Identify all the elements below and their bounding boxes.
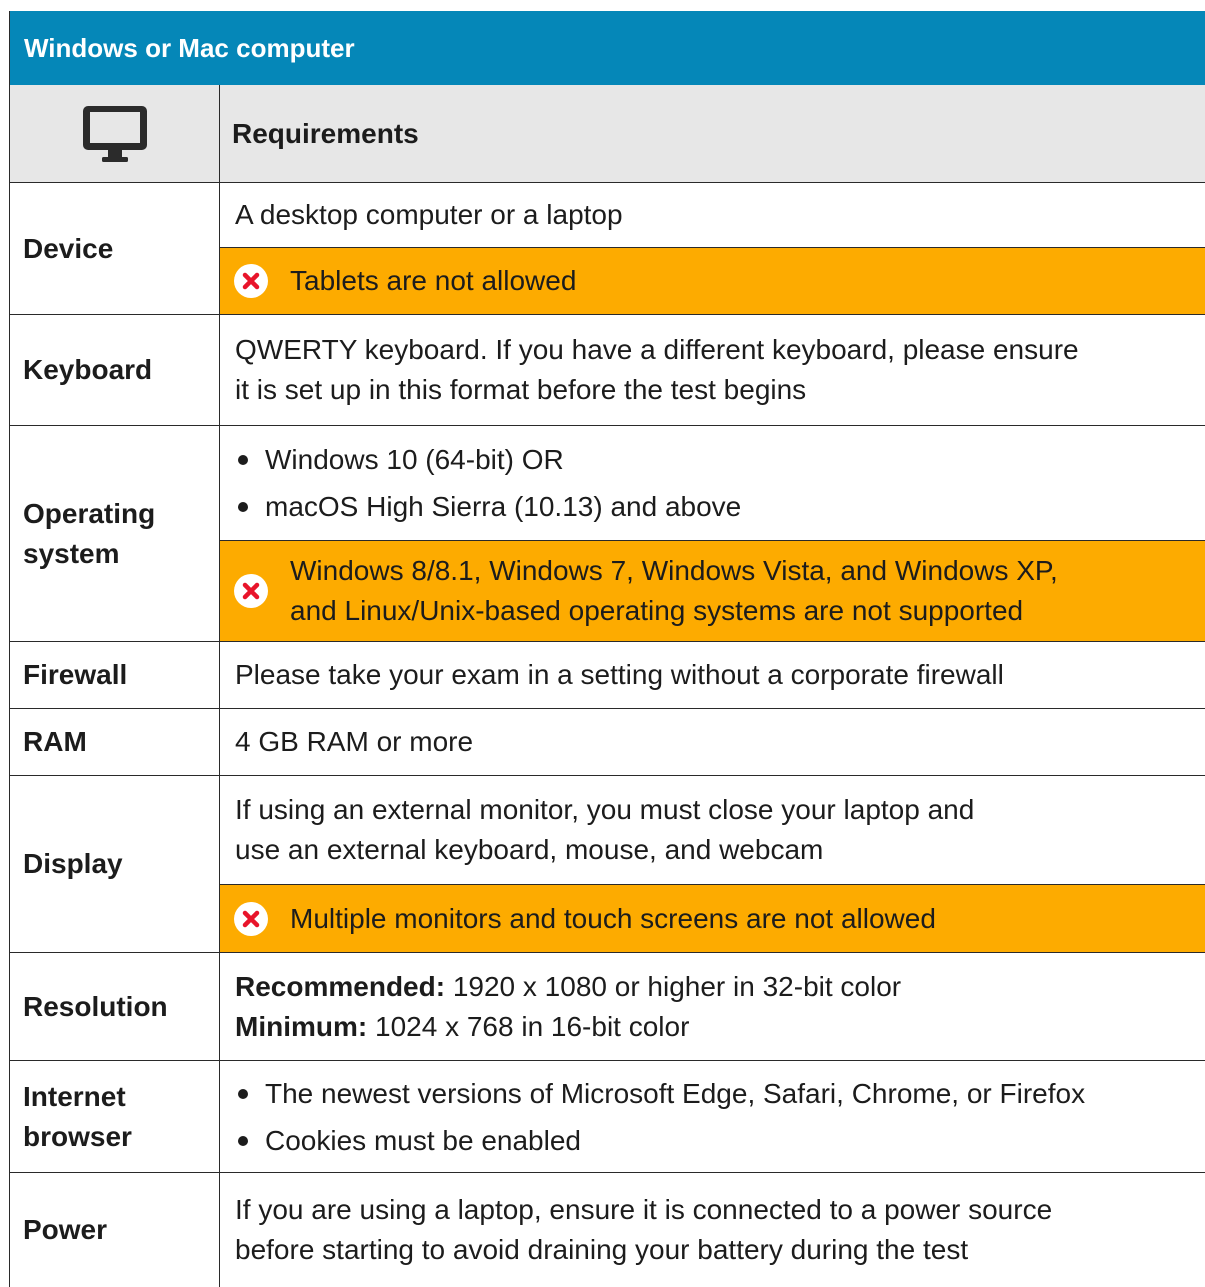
row-ram: RAM 4 GB RAM or more [10,709,1205,776]
display-warning: Multiple monitors and touch screens are … [220,884,1205,952]
error-x-icon [234,264,268,298]
header-icon-cell [10,85,220,182]
display-line-2: use an external keyboard, mouse, and web… [235,834,824,865]
display-text: If using an external monitor, you must c… [220,776,1205,884]
os-label-line-1: Operating [23,497,156,529]
device-text: A desktop computer or a laptop [235,199,623,230]
keyboard-text: QWERTY keyboard. If you have a different… [220,315,1205,425]
list-item: The newest versions of Microsoft Edge, S… [235,1070,1196,1117]
list-item: Windows 10 (64-bit) OR [235,436,1196,483]
row-power: Power If you are using a laptop, ensure … [10,1173,1205,1287]
power-line-1: If you are using a laptop, ensure it is … [235,1194,1053,1225]
resolution-minimum: Minimum: 1024 x 768 in 16-bit color [235,1007,1196,1047]
firewall-text: Please take your exam in a setting witho… [235,659,1004,690]
os-list: Windows 10 (64-bit) OR macOS High Sierra… [235,436,1196,530]
keyboard-line-1: QWERTY keyboard. If you have a different… [235,334,1079,365]
display-label: Display [10,776,220,952]
os-warning-line-1: Windows 8/8.1, Windows 7, Windows Vista,… [290,555,1058,586]
resolution-text: Recommended: 1920 x 1080 or higher in 32… [220,953,1205,1060]
row-operating-system: Operating system Windows 10 (64-bit) OR … [10,426,1205,642]
device-warning-text: Tablets are not allowed [290,265,577,296]
resolution-recommended: Recommended: 1920 x 1080 or higher in 32… [235,967,1196,1007]
browser-list-cell: The newest versions of Microsoft Edge, S… [220,1061,1205,1172]
os-warning-line-2: and Linux/Unix-based operating systems a… [290,595,1024,626]
recommended-label: Recommended: [235,970,446,1002]
list-item: Cookies must be enabled [235,1117,1196,1164]
header-row: Requirements [10,85,1205,183]
resolution-label: Resolution [10,953,220,1060]
browser-list: The newest versions of Microsoft Edge, S… [235,1070,1196,1164]
list-item: macOS High Sierra (10.13) and above [235,483,1196,530]
table-title: Windows or Mac computer [10,11,1205,85]
requirements-heading: Requirements [232,117,419,149]
row-internet-browser: Internet browser The newest versions of … [10,1061,1205,1173]
display-line-1: If using an external monitor, you must c… [235,794,975,825]
row-resolution: Resolution Recommended: 1920 x 1080 or h… [10,953,1205,1061]
row-keyboard: Keyboard QWERTY keyboard. If you have a … [10,315,1205,426]
browser-label-line-2: browser [23,1120,132,1152]
os-list-cell: Windows 10 (64-bit) OR macOS High Sierra… [220,426,1205,540]
requirements-table: Windows or Mac computer Requirements Dev… [9,11,1205,1287]
keyboard-label: Keyboard [10,315,220,425]
device-label: Device [10,183,220,314]
browser-label-line-1: Internet [23,1080,126,1112]
power-text: If you are using a laptop, ensure it is … [220,1173,1205,1287]
desktop-monitor-icon [82,105,147,162]
power-line-2: before starting to avoid draining your b… [235,1234,969,1265]
os-label-line-2: system [23,537,120,569]
ram-text: 4 GB RAM or more [235,726,474,757]
error-x-icon [234,901,268,936]
display-warning-text: Multiple monitors and touch screens are … [290,902,936,934]
os-warning-text: Windows 8/8.1, Windows 7, Windows Vista,… [290,551,1058,631]
os-label: Operating system [10,426,220,641]
ram-label: RAM [10,709,220,775]
row-device: Device A desktop computer or a laptop Ta… [10,183,1205,315]
minimum-value: 1024 x 768 in 16-bit color [367,1010,690,1042]
error-x-icon [234,574,268,608]
recommended-value: 1920 x 1080 or higher in 32-bit color [445,970,902,1002]
browser-label: Internet browser [10,1061,220,1172]
power-label: Power [10,1173,220,1287]
keyboard-line-2: it is set up in this format before the t… [235,374,807,405]
row-display: Display If using an external monitor, yo… [10,776,1205,953]
device-warning: Tablets are not allowed [220,247,1205,314]
row-firewall: Firewall Please take your exam in a sett… [10,642,1205,709]
minimum-label: Minimum: [235,1010,368,1042]
firewall-label: Firewall [10,642,220,708]
os-warning: Windows 8/8.1, Windows 7, Windows Vista,… [220,540,1205,641]
